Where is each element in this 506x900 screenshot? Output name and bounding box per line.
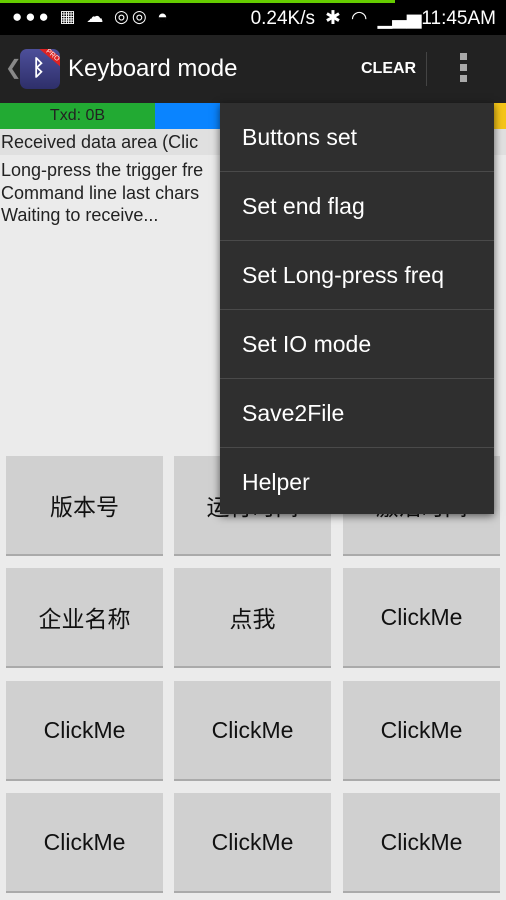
key-button[interactable]: ClickMe	[6, 793, 163, 893]
action-bar: ❮ ᛒ PRO Keyboard mode CLEAR	[0, 35, 506, 103]
txd-counter[interactable]: Txd: 0B	[0, 103, 155, 129]
key-button[interactable]: ClickMe	[343, 568, 500, 668]
menu-item-helper[interactable]: Helper	[220, 448, 494, 517]
progress-indicator	[0, 0, 395, 3]
key-button[interactable]: ClickMe	[343, 793, 500, 893]
key-button[interactable]: ClickMe	[6, 681, 163, 781]
key-button[interactable]: 企业名称	[6, 568, 163, 668]
page-title: Keyboard mode	[68, 55, 238, 82]
signal-icon: ▁▃▅	[377, 8, 422, 29]
status-bar: ●●● ▦ ☁ ◎◎ ◓ 0.24K/s ✱ ◠ ▁▃▅ 11:45AM	[0, 0, 506, 35]
overflow-menu: Buttons set Set end flag Set Long-press …	[220, 103, 494, 514]
key-button[interactable]: 点我	[174, 568, 331, 668]
menu-item-set-end-flag[interactable]: Set end flag	[220, 172, 494, 241]
key-button[interactable]: ClickMe	[174, 793, 331, 893]
clock: 11:45AM	[421, 7, 496, 29]
app-logo[interactable]: ᛒ PRO	[20, 49, 60, 89]
wifi-icon: ◠	[350, 8, 368, 29]
received-line: Waiting to receive...	[1, 205, 159, 225]
overflow-menu-icon[interactable]	[460, 53, 470, 82]
divider	[426, 52, 427, 86]
bluetooth-icon: ✱	[325, 8, 341, 29]
menu-item-buttons-set[interactable]: Buttons set	[220, 103, 494, 172]
network-speed: 0.24K/s	[250, 7, 315, 29]
key-button[interactable]: 版本号	[6, 456, 163, 556]
received-line: Long-press the trigger fre	[1, 160, 204, 180]
received-data-area[interactable]: Long-press the trigger fre Command line …	[1, 159, 203, 227]
received-line: Command line last chars	[1, 182, 200, 203]
menu-item-save2file[interactable]: Save2File	[220, 379, 494, 448]
key-button[interactable]: ClickMe	[174, 681, 331, 781]
menu-item-set-io-mode[interactable]: Set IO mode	[220, 310, 494, 379]
menu-item-set-long-press-freq[interactable]: Set Long-press freq	[220, 241, 494, 310]
clear-button[interactable]: CLEAR	[361, 60, 416, 78]
key-button[interactable]: ClickMe	[343, 681, 500, 781]
notification-icons: ●●● ▦ ☁ ◎◎ ◓	[12, 7, 171, 26]
